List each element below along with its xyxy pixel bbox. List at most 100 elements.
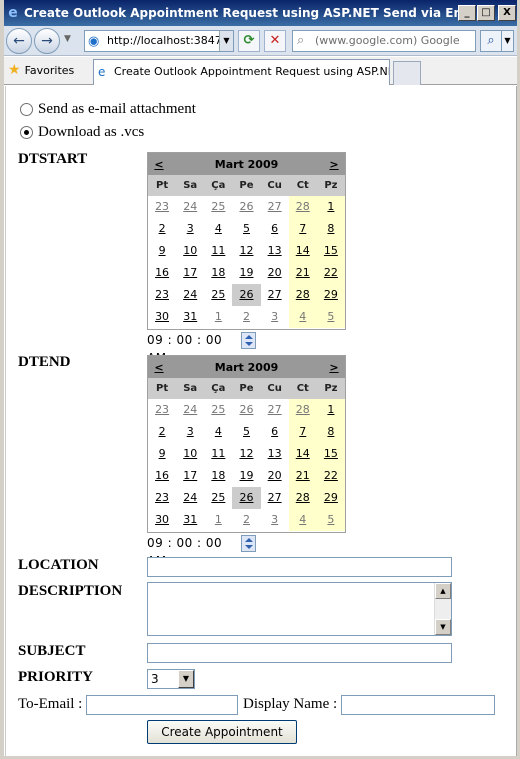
dtstart-time-input[interactable]: 09 : 00 : 00 AM [147, 331, 239, 365]
display-name-input[interactable] [341, 695, 495, 715]
priority-select[interactable]: 3 ▼ [147, 669, 195, 689]
calendar-day[interactable]: 5 [232, 421, 260, 443]
calendar-day[interactable]: 4 [204, 421, 232, 443]
calendar-day[interactable]: 16 [148, 262, 176, 284]
search-go-icon[interactable]: ⌕ [480, 30, 502, 52]
dtend-time-spinner-icon[interactable] [241, 534, 256, 552]
calendar-day[interactable]: 4 [288, 509, 317, 531]
calendar-day[interactable]: 25 [204, 196, 232, 218]
calendar-day[interactable]: 31 [176, 509, 204, 531]
calendar-day[interactable]: 11 [204, 443, 232, 465]
stop-icon[interactable]: ✕ [264, 30, 286, 52]
calendar-day[interactable]: 21 [288, 465, 317, 487]
maximize-button[interactable]: □ [477, 5, 495, 21]
calendar-day[interactable]: 14 [288, 240, 317, 262]
prev-month-link[interactable]: < [148, 158, 170, 171]
calendar-day[interactable]: 23 [148, 196, 176, 218]
calendar-day[interactable]: 24 [176, 196, 204, 218]
favorites-button[interactable]: ★ Favorites [8, 62, 74, 78]
address-dropdown-icon[interactable]: ▼ [219, 31, 233, 51]
minimize-button[interactable]: _ [458, 5, 476, 21]
calendar-day[interactable]: 30 [148, 509, 176, 531]
calendar-day[interactable]: 28 [288, 284, 317, 306]
calendar-day[interactable]: 8 [316, 421, 345, 443]
calendar-day[interactable]: 17 [176, 262, 204, 284]
description-scrollbar[interactable]: ▲ ▼ [434, 583, 451, 635]
radio-download-vcs[interactable]: Download as .vcs [20, 124, 144, 141]
calendar-day[interactable]: 13 [261, 443, 289, 465]
calendar-day[interactable]: 23 [148, 399, 176, 421]
calendar-day[interactable]: 2 [232, 306, 260, 328]
calendar-day[interactable]: 22 [316, 465, 345, 487]
calendar-day[interactable]: 7 [288, 218, 317, 240]
calendar-day[interactable]: 18 [204, 262, 232, 284]
address-bar[interactable]: ◉ http://localhost:3847/ ▼ [84, 30, 234, 52]
calendar-day[interactable]: 20 [261, 262, 289, 284]
calendar-day[interactable]: 1 [316, 399, 345, 421]
calendar-day[interactable]: 3 [176, 421, 204, 443]
calendar-day[interactable]: 3 [261, 509, 289, 531]
calendar-day[interactable]: 26 [232, 399, 260, 421]
forward-button[interactable]: → [34, 28, 60, 54]
to-email-input[interactable] [86, 695, 238, 715]
tab-active[interactable]: e Create Outlook Appointment Request usi… [93, 59, 390, 85]
calendar-day[interactable]: 17 [176, 465, 204, 487]
calendar-day[interactable]: 3 [261, 306, 289, 328]
subject-input[interactable] [147, 643, 452, 663]
prev-month-link[interactable]: < [148, 361, 170, 374]
calendar-day[interactable]: 10 [176, 443, 204, 465]
calendar-day[interactable]: 22 [316, 262, 345, 284]
calendar-day[interactable]: 26 [232, 487, 261, 509]
location-input[interactable] [147, 557, 452, 577]
calendar-day[interactable]: 23 [148, 284, 176, 306]
calendar-day[interactable]: 26 [232, 196, 260, 218]
calendar-day[interactable]: 27 [261, 487, 289, 509]
calendar-day[interactable]: 26 [232, 284, 261, 306]
radio-email-attachment[interactable]: Send as e-mail attachment [20, 101, 196, 118]
priority-dropdown-icon[interactable]: ▼ [178, 670, 194, 688]
calendar-day[interactable]: 9 [148, 443, 176, 465]
calendar-day[interactable]: 24 [176, 284, 204, 306]
calendar-day[interactable]: 24 [176, 487, 204, 509]
calendar-day[interactable]: 14 [288, 443, 317, 465]
calendar-day[interactable]: 31 [176, 306, 204, 328]
calendar-day[interactable]: 30 [148, 306, 176, 328]
radio-email-dot[interactable] [20, 103, 33, 116]
calendar-day[interactable]: 25 [204, 399, 232, 421]
dtend-time-input[interactable]: 09 : 00 : 00 AM [147, 534, 239, 568]
calendar-day[interactable]: 19 [232, 262, 260, 284]
refresh-icon[interactable]: ⟳ [238, 30, 260, 52]
calendar-day[interactable]: 7 [288, 421, 317, 443]
description-textarea[interactable]: ▲ ▼ [147, 582, 452, 636]
scroll-down-icon[interactable]: ▼ [435, 619, 451, 635]
close-button[interactable]: X [498, 5, 516, 21]
calendar-day[interactable]: 6 [261, 218, 289, 240]
calendar-day[interactable]: 5 [316, 509, 345, 531]
calendar-day[interactable]: 28 [288, 487, 317, 509]
calendar-day[interactable]: 25 [204, 487, 232, 509]
search-input[interactable]: ⌕ (www.google.com) Google [292, 30, 476, 52]
dtstart-time-spinner-icon[interactable] [241, 331, 256, 349]
calendar-day[interactable]: 15 [316, 240, 345, 262]
calendar-day[interactable]: 8 [316, 218, 345, 240]
calendar-day[interactable]: 12 [232, 443, 260, 465]
calendar-day[interactable]: 29 [316, 487, 345, 509]
calendar-day[interactable]: 29 [316, 284, 345, 306]
calendar-day[interactable]: 3 [176, 218, 204, 240]
search-options-icon[interactable]: ▼ [502, 30, 514, 52]
calendar-day[interactable]: 5 [232, 218, 260, 240]
calendar-day[interactable]: 6 [261, 421, 289, 443]
calendar-day[interactable]: 21 [288, 262, 317, 284]
new-tab-button[interactable] [393, 61, 421, 85]
calendar-day[interactable]: 1 [316, 196, 345, 218]
calendar-day[interactable]: 4 [204, 218, 232, 240]
window-titlebar[interactable]: e Create Outlook Appointment Request usi… [0, 0, 520, 26]
next-month-link[interactable]: > [323, 361, 345, 374]
calendar-day[interactable]: 9 [148, 240, 176, 262]
back-button[interactable]: ← [6, 28, 32, 54]
calendar-day[interactable]: 2 [148, 421, 176, 443]
calendar-day[interactable]: 16 [148, 465, 176, 487]
calendar-day[interactable]: 11 [204, 240, 232, 262]
calendar-day[interactable]: 4 [288, 306, 317, 328]
calendar-day[interactable]: 12 [232, 240, 260, 262]
